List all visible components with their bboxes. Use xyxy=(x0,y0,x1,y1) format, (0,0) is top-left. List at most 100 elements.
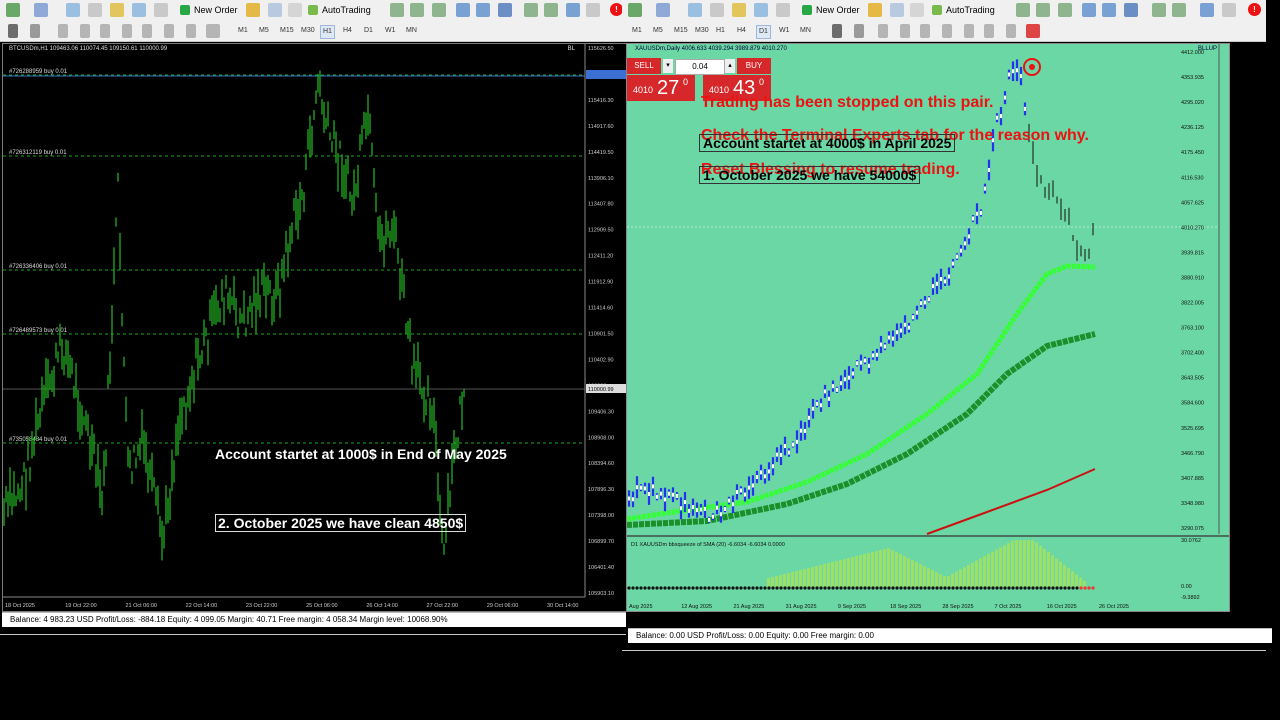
cursor-icon[interactable] xyxy=(832,24,842,38)
timeframe-mn-button[interactable]: MN xyxy=(798,25,813,37)
market-watch-icon[interactable] xyxy=(688,3,702,17)
fibonacci-icon[interactable] xyxy=(964,24,974,38)
tester-icon[interactable] xyxy=(776,3,790,17)
candle-body xyxy=(1024,106,1026,111)
price-tick-label: 115416.30 xyxy=(588,98,614,104)
autotrading-button[interactable]: AutoTrading xyxy=(306,3,375,17)
line-chart-icon[interactable] xyxy=(432,3,446,17)
timeframe-mn-button[interactable]: MN xyxy=(404,25,419,37)
crosshair-icon[interactable] xyxy=(854,24,864,38)
zoom-out-icon[interactable] xyxy=(1102,3,1116,17)
text-tool-icon[interactable] xyxy=(164,24,174,38)
timeframe-m30-button[interactable]: M30 xyxy=(299,25,317,37)
options-icon[interactable] xyxy=(890,3,904,17)
timeframe-w1-button[interactable]: W1 xyxy=(383,25,398,37)
indicators-icon[interactable] xyxy=(566,3,580,17)
timeframe-d1-button[interactable]: D1 xyxy=(362,25,375,37)
btc-chart[interactable]: BTCUSDm,H1 109463.06 110074.45 109150.61… xyxy=(2,43,628,612)
crosshair-icon[interactable] xyxy=(30,24,40,38)
buy-button[interactable]: BUY xyxy=(737,58,771,74)
timeframe-m15-button[interactable]: M15 xyxy=(672,25,690,37)
timeframe-m1-button[interactable]: M1 xyxy=(236,25,250,37)
fibonacci-icon[interactable] xyxy=(142,24,152,38)
templates-icon[interactable] xyxy=(586,3,600,17)
chart-shift-icon[interactable] xyxy=(1172,3,1186,17)
candlestick-icon[interactable] xyxy=(410,3,424,17)
timeframe-m5-button[interactable]: M5 xyxy=(651,25,665,37)
lot-size-input[interactable]: 0.04 xyxy=(675,59,725,75)
autotrading-button[interactable]: AutoTrading xyxy=(930,3,999,17)
sell-button[interactable]: SELL xyxy=(627,58,661,74)
timeframe-h1-button[interactable]: H1 xyxy=(714,25,727,37)
terminal-icon[interactable] xyxy=(132,3,146,17)
histogram-bar xyxy=(995,549,998,588)
histogram-bar xyxy=(1063,564,1066,588)
zoom-in-icon[interactable] xyxy=(456,3,470,17)
profiles-icon[interactable] xyxy=(34,3,48,17)
right-terminal-window: New Order AutoTrading ! M1 M5 M15 M30 H1 H4 D1… xyxy=(622,0,1272,666)
chart-shift-icon[interactable] xyxy=(544,3,558,17)
timeframe-m15-button[interactable]: M15 xyxy=(278,25,296,37)
bar-chart-icon[interactable] xyxy=(390,3,404,17)
vertical-line-icon[interactable] xyxy=(58,24,68,38)
zoom-out-icon[interactable] xyxy=(476,3,490,17)
new-order-button[interactable]: New Order xyxy=(178,3,242,17)
profiles-icon[interactable] xyxy=(656,3,670,17)
horizontal-line-icon[interactable] xyxy=(80,24,90,38)
scroll-chart-icon[interactable] xyxy=(1152,3,1166,17)
trendline-icon[interactable] xyxy=(920,24,930,38)
data-window-icon[interactable] xyxy=(110,3,124,17)
market-watch-icon[interactable] xyxy=(66,3,80,17)
signals-icon[interactable] xyxy=(288,3,302,17)
trendline-icon[interactable] xyxy=(100,24,110,38)
horizontal-line-icon[interactable] xyxy=(900,24,910,38)
options-icon[interactable] xyxy=(268,3,282,17)
timeframe-d1-button[interactable]: D1 xyxy=(756,25,771,39)
timeframe-h1-button[interactable]: H1 xyxy=(320,25,335,39)
timeframe-h4-button[interactable]: H4 xyxy=(341,25,354,37)
line-chart-icon[interactable] xyxy=(1058,3,1072,17)
navigator-icon[interactable] xyxy=(710,3,724,17)
candlestick-icon[interactable] xyxy=(1036,3,1050,17)
zoom-in-icon[interactable] xyxy=(1082,3,1096,17)
squeeze-dot xyxy=(715,586,719,590)
sell-price[interactable]: 4010 27 0 xyxy=(627,75,695,101)
tile-windows-icon[interactable] xyxy=(1124,3,1138,17)
arrows-dropdown-icon[interactable] xyxy=(206,24,220,38)
channel-icon[interactable] xyxy=(942,24,952,38)
templates-icon[interactable] xyxy=(1222,3,1236,17)
terminal-icon[interactable] xyxy=(754,3,768,17)
new-chart-icon[interactable] xyxy=(628,3,642,17)
indicators-icon[interactable] xyxy=(1200,3,1214,17)
notification-badge-icon[interactable]: ! xyxy=(1248,3,1261,16)
metaeditor-icon[interactable] xyxy=(868,3,882,17)
signals-icon[interactable] xyxy=(910,3,924,17)
data-window-icon[interactable] xyxy=(732,3,746,17)
channel-icon[interactable] xyxy=(122,24,132,38)
candle-body xyxy=(708,517,710,522)
new-chart-icon[interactable] xyxy=(6,3,20,17)
text-tool-icon[interactable] xyxy=(984,24,994,38)
tester-icon[interactable] xyxy=(154,3,168,17)
scroll-chart-icon[interactable] xyxy=(524,3,538,17)
gold-chart[interactable]: 4412.000 4353.935 4295.020 4236.125 4175.450… xyxy=(626,43,1230,612)
timeframe-m1-button[interactable]: M1 xyxy=(630,25,644,37)
tile-windows-icon[interactable] xyxy=(498,3,512,17)
candle-body xyxy=(780,452,782,457)
squeeze-dot xyxy=(987,586,991,590)
timeframe-w1-button[interactable]: W1 xyxy=(777,25,792,37)
navigator-icon[interactable] xyxy=(88,3,102,17)
label-tool-icon[interactable] xyxy=(186,24,196,38)
timeframe-m5-button[interactable]: M5 xyxy=(257,25,271,37)
lot-decrease-icon[interactable]: ▾ xyxy=(663,59,673,73)
timeframe-m30-button[interactable]: M30 xyxy=(693,25,711,37)
lot-increase-icon[interactable]: ▴ xyxy=(725,59,735,73)
metaeditor-icon[interactable] xyxy=(246,3,260,17)
cursor-icon[interactable] xyxy=(8,24,18,38)
bar-chart-icon[interactable] xyxy=(1016,3,1030,17)
new-order-button[interactable]: New Order xyxy=(800,3,864,17)
arrows-dropdown-icon[interactable] xyxy=(1026,24,1040,38)
timeframe-h4-button[interactable]: H4 xyxy=(735,25,748,37)
label-tool-icon[interactable] xyxy=(1006,24,1016,38)
vertical-line-icon[interactable] xyxy=(878,24,888,38)
